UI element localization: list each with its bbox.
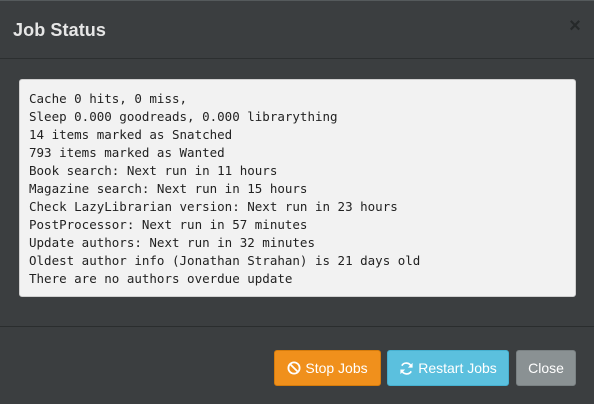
status-line-cache: Cache 0 hits, 0 miss, <box>29 91 188 106</box>
job-status-box: Cache 0 hits, 0 miss, Sleep 0.000 goodre… <box>19 79 576 297</box>
status-line-wanted: 793 items marked as Wanted <box>29 145 225 160</box>
modal-footer: Stop Jobs Restart Jobs Close <box>0 327 594 404</box>
status-line-oldest-author: Oldest author info (Jonathan Strahan) is… <box>29 253 421 268</box>
status-line-overdue: There are no authors overdue update <box>29 271 293 286</box>
status-line-update-authors: Update authors: Next run in 32 minutes <box>29 235 315 250</box>
status-line-version-check: Check LazyLibrarian version: Next run in… <box>29 199 398 214</box>
close-button[interactable]: Close <box>516 350 576 386</box>
modal-body: Cache 0 hits, 0 miss, Sleep 0.000 goodre… <box>0 59 594 327</box>
refresh-icon <box>399 361 414 376</box>
modal-title: Job Status <box>13 20 107 40</box>
restart-jobs-label: Restart Jobs <box>418 360 497 376</box>
status-line-magazine-search: Magazine search: Next run in 15 hours <box>29 181 308 196</box>
modal-header: Job Status × <box>0 1 594 59</box>
restart-jobs-button[interactable]: Restart Jobs <box>387 350 509 386</box>
status-line-book-search: Book search: Next run in 11 hours <box>29 163 278 178</box>
ban-icon <box>287 361 301 375</box>
status-line-postprocessor: PostProcessor: Next run in 57 minutes <box>29 217 308 232</box>
close-icon[interactable]: × <box>567 16 583 36</box>
close-label: Close <box>528 360 564 376</box>
status-line-snatched: 14 items marked as Snatched <box>29 127 233 142</box>
job-status-modal: Job Status × Cache 0 hits, 0 miss, Sleep… <box>0 0 594 404</box>
stop-jobs-label: Stop Jobs <box>305 360 368 376</box>
stop-jobs-button[interactable]: Stop Jobs <box>274 350 381 386</box>
status-line-sleep: Sleep 0.000 goodreads, 0.000 librarythin… <box>29 109 338 124</box>
